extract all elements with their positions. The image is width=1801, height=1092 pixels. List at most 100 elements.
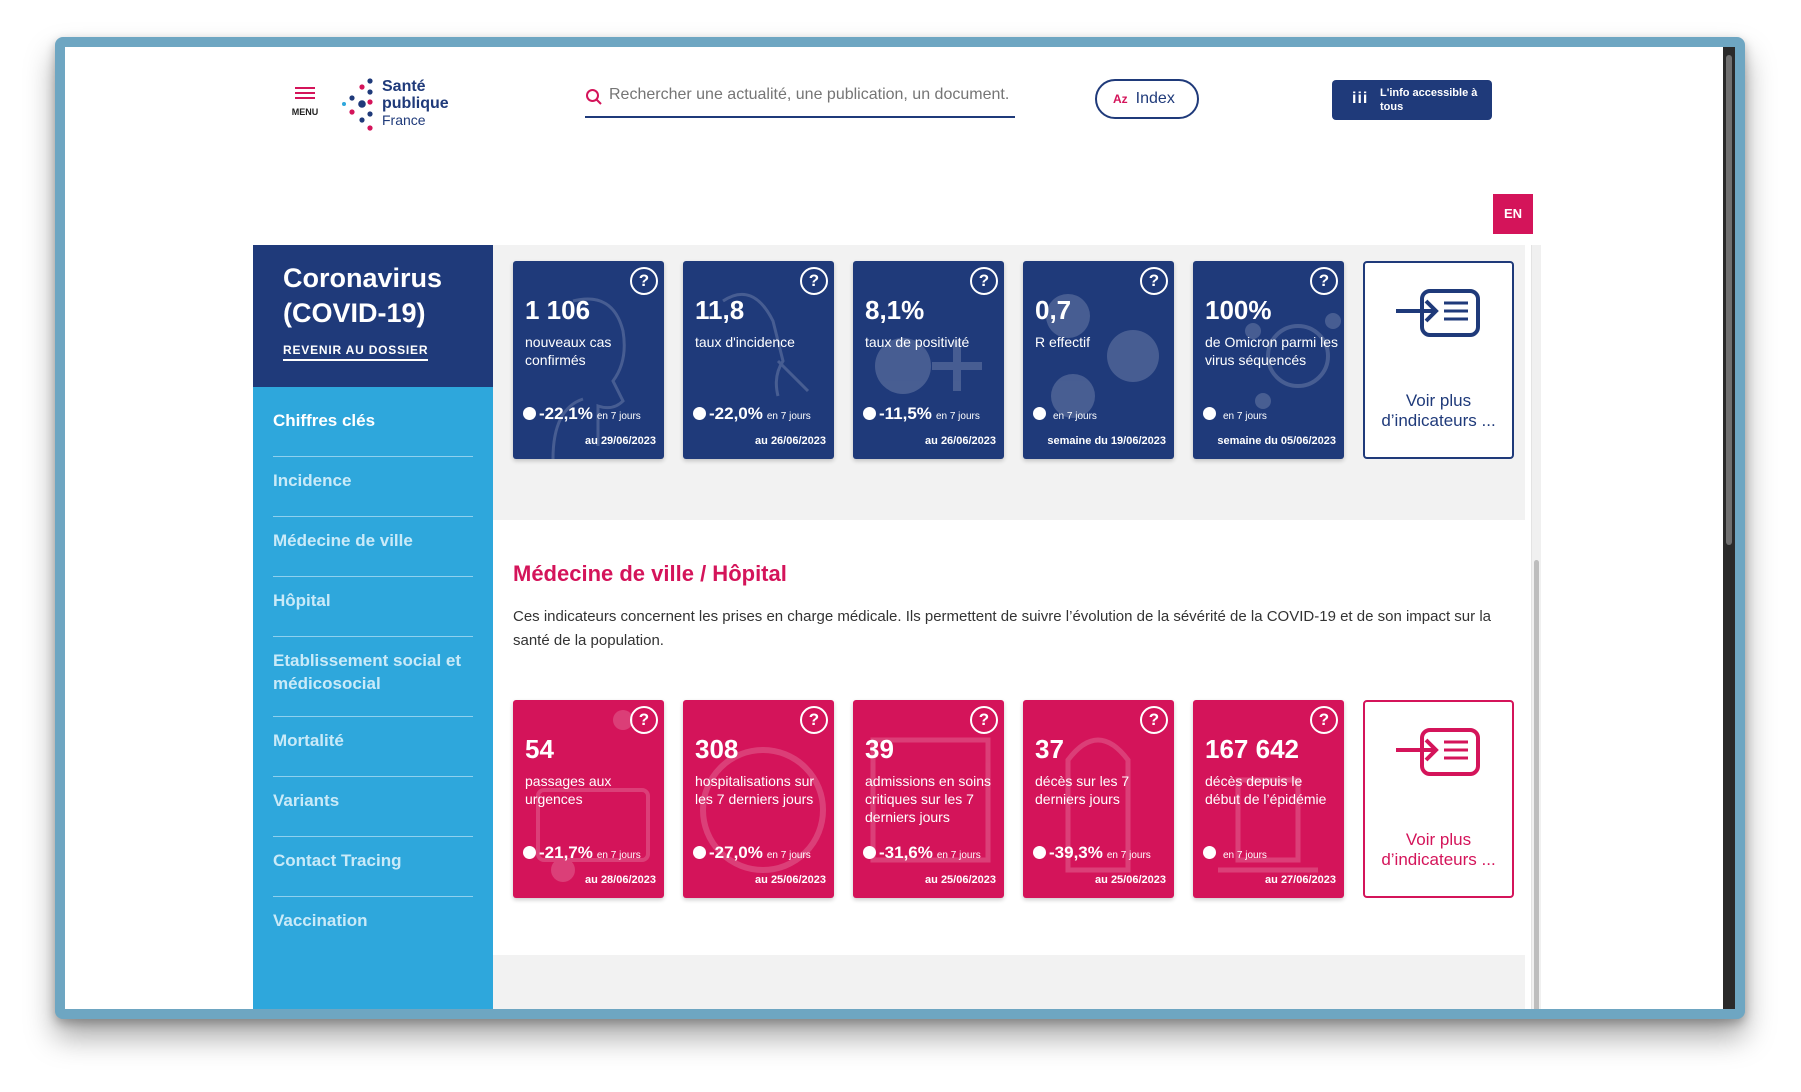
window-scrollbar-thumb[interactable] (1726, 55, 1732, 545)
sidebar-item-etablissement-social[interactable]: Etablissement social et médicosocial (273, 649, 473, 695)
more-indicators-icon (1396, 289, 1480, 337)
sidebar-item-incidence[interactable]: Incidence (273, 469, 473, 492)
sidebar-divider (273, 836, 473, 837)
sidebar-divider (273, 896, 473, 897)
help-icon[interactable]: ? (970, 706, 998, 734)
sidebar-divider (273, 716, 473, 717)
sidebar-item-chiffres-cles[interactable]: Chiffres clés (273, 409, 473, 432)
help-icon[interactable]: ? (1140, 267, 1168, 295)
indicator-date: au 25/06/2023 (1095, 874, 1166, 886)
indicator-label: R effectif (1035, 334, 1090, 350)
help-icon[interactable]: ? (630, 706, 658, 734)
content-scrollbar-thumb[interactable] (1534, 560, 1539, 1009)
more-indicators-button[interactable]: Voir plus d’indicateurs ... (1363, 700, 1514, 898)
indicator-trend: -11,5% en 7 jours (863, 404, 980, 424)
indicator-card-new-cases[interactable]: ? 1 106 nouveaux cas confirmés -22,1% en … (513, 261, 664, 459)
sidebar-title: Coronavirus (COVID-19) (283, 263, 443, 328)
sidebar-divider (273, 776, 473, 777)
indicator-trend: -22,0% en 7 jours (693, 404, 811, 424)
trend-period: en 7 jours (766, 411, 811, 422)
indicator-value: 167 642 (1205, 734, 1299, 764)
indicator-trend: -21,7% en 7 jours (523, 843, 641, 863)
help-icon[interactable]: ? (1310, 706, 1338, 734)
search-bar[interactable] (585, 80, 1015, 118)
indicator-value: 308 (695, 734, 739, 764)
logo-dots-icon (342, 78, 373, 131)
help-icon[interactable]: ? (800, 267, 828, 295)
indicator-value: 39 (865, 734, 894, 764)
indicator-label: passages aux urgences (525, 773, 612, 807)
trend-period: en 7 jours (936, 850, 981, 861)
indicator-card-deces-7j[interactable]: ? 37 décès sur les 7 derniers jours -39,… (1023, 700, 1174, 898)
indicator-label: taux d'incidence (695, 334, 795, 350)
az-icon: Az (1113, 92, 1128, 106)
trend-value: -21,7% (539, 843, 593, 862)
accessibility-icon: iii (1352, 90, 1369, 107)
trend-value: -27,0% (709, 843, 763, 862)
logo-text-line1: Santé (382, 78, 426, 95)
indicator-label: nouveaux cas confirmés (525, 334, 612, 368)
sidebar-nav: Chiffres clés Incidence Médecine de vill… (253, 387, 493, 1009)
search-input[interactable] (609, 86, 1009, 104)
more-indicators-button[interactable]: Voir plus d’indicateurs ... (1363, 261, 1514, 459)
trend-value: -31,6% (879, 843, 933, 862)
indicator-card-deces-total[interactable]: ? 167 642 décès depuis le début de l’épi… (1193, 700, 1344, 898)
indicator-card-r-effectif[interactable]: ? 0,7 R effectif en 7 jours semaine du 1… (1023, 261, 1174, 459)
sidebar-divider (273, 516, 473, 517)
trend-down-icon (1033, 846, 1046, 859)
language-en-button[interactable]: EN (1493, 194, 1533, 234)
indicator-value: 37 (1035, 734, 1064, 764)
indicator-trend: -27,0% en 7 jours (693, 843, 811, 863)
indicator-value: 54 (525, 734, 554, 764)
section-title: Médecine de ville / Hôpital (513, 561, 787, 586)
sante-publique-logo[interactable]: Santé publique France (340, 76, 460, 136)
indicator-card-positivity[interactable]: ? 8,1% taux de positivité -11,5% en 7 jou… (853, 261, 1004, 459)
trend-period: en 7 jours (766, 850, 811, 861)
accessibility-button[interactable]: iii L'info accessible à tous (1332, 80, 1492, 120)
trend-down-icon (1033, 407, 1046, 420)
indicator-label: admissions en soins critiques sur les 7 … (865, 773, 992, 825)
logo-text-line3: France (382, 112, 426, 128)
indicator-date: au 25/06/2023 (925, 874, 996, 886)
indicator-card-urgences[interactable]: ? 54 passages aux urgences -21,7% en 7 jo… (513, 700, 664, 898)
trend-value: -11,5% (879, 404, 932, 423)
menu-button[interactable]: MENU (290, 84, 320, 124)
indicator-label: hospitalisations sur les 7 derniers jour… (695, 773, 815, 807)
indicator-card-omicron[interactable]: ? 100% de Omicron parmi les virus séquen… (1193, 261, 1344, 459)
trend-down-icon (523, 846, 536, 859)
browser-window: MENU Santé publique France Rechercher un… (55, 37, 1745, 1019)
window-scrollbar[interactable] (1723, 47, 1735, 1009)
indicator-label: décès depuis le début de l’épidémie (1205, 773, 1327, 807)
sidebar-item-contact-tracing[interactable]: Contact Tracing (273, 849, 473, 872)
trend-period: en 7 jours (596, 850, 641, 861)
index-button[interactable]: Az Index (1095, 79, 1199, 119)
more-indicators-label: Voir plus d’indicateurs ... (1381, 391, 1496, 430)
help-icon[interactable]: ? (630, 267, 658, 295)
back-to-dossier-link[interactable]: REVENIR AU DOSSIER (283, 343, 429, 361)
sidebar-item-variants[interactable]: Variants (273, 789, 473, 812)
help-icon[interactable]: ? (800, 706, 828, 734)
indicator-value: 0,7 (1035, 295, 1072, 325)
help-icon[interactable]: ? (970, 267, 998, 295)
vaccination-section (493, 955, 1525, 1009)
indicator-card-hospitalisations[interactable]: ? 308 hospitalisations sur les 7 dernier… (683, 700, 834, 898)
help-icon[interactable]: ? (1140, 706, 1168, 734)
trend-period: en 7 jours (596, 411, 641, 422)
indicator-card-incidence[interactable]: ? 11,8 taux d'incidence -22,0% en 7 jours… (683, 261, 834, 459)
trend-down-icon (863, 846, 876, 859)
sidebar-item-mortalite[interactable]: Mortalité (273, 729, 473, 752)
sidebar-item-medecine-de-ville[interactable]: Médecine de ville (273, 529, 473, 552)
more-indicators-label: Voir plus d’indicateurs ... (1381, 830, 1496, 869)
indicator-trend: -39,3% en 7 jours (1033, 843, 1151, 863)
site-header: MENU Santé publique France (290, 72, 590, 142)
sidebar-item-vaccination[interactable]: Vaccination (273, 909, 473, 932)
content-scrollbar[interactable] (1531, 245, 1541, 1009)
sidebar-item-hopital[interactable]: Hôpital (273, 589, 473, 612)
hamburger-icon-bar (295, 97, 315, 99)
indicator-card-soins-critiques[interactable]: ? 39 admissions en soins critiques sur l… (853, 700, 1004, 898)
indicator-date: au 28/06/2023 (585, 874, 656, 886)
trend-down-icon (693, 846, 706, 859)
trend-down-icon (523, 407, 536, 420)
help-icon[interactable]: ? (1310, 267, 1338, 295)
indicator-label: décès sur les 7 derniers jours (1035, 773, 1130, 807)
